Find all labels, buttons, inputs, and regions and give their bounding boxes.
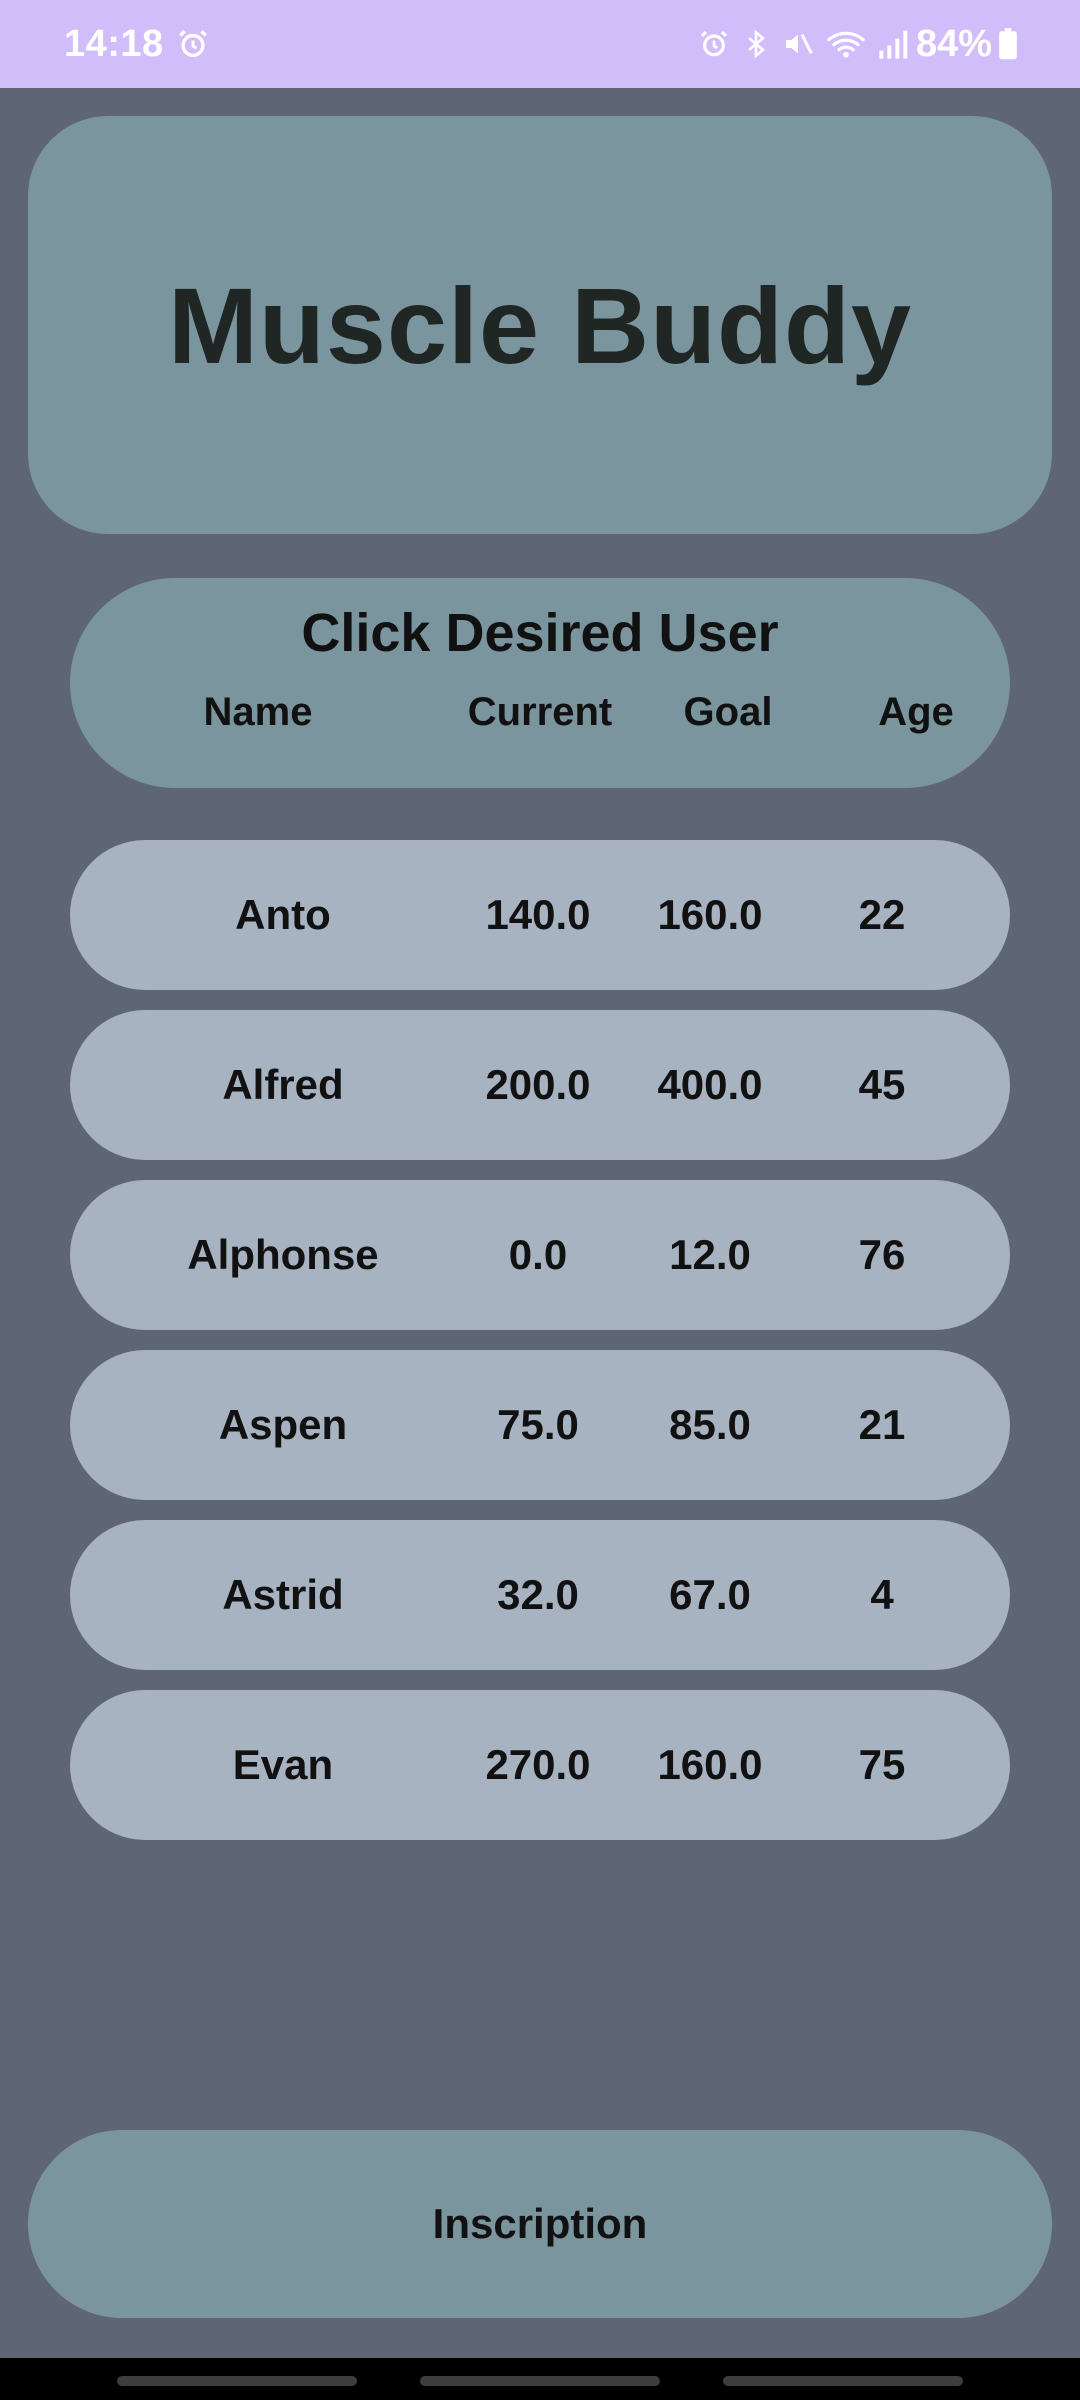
- user-age: 76: [858, 1231, 906, 1278]
- column-header-name: Name: [203, 690, 313, 734]
- select-user-prompt: Click Desired User: [301, 603, 779, 663]
- column-header-goal: Goal: [683, 690, 773, 734]
- inscription-button[interactable]: Inscription: [28, 2130, 1052, 2318]
- user-current: 140.0: [485, 891, 591, 938]
- user-name: Alfred: [222, 1061, 344, 1108]
- battery-percent: 84%: [915, 22, 992, 65]
- user-goal: 400.0: [657, 1061, 763, 1108]
- battery-icon: [998, 28, 1018, 60]
- user-goal: 85.0: [669, 1401, 751, 1448]
- status-bar: 14:18 84%: [0, 0, 1080, 88]
- user-age: 4: [870, 1571, 894, 1618]
- user-row[interactable]: Astrid 32.0 67.0 4: [70, 1520, 1010, 1670]
- user-current: 32.0: [497, 1571, 579, 1618]
- status-time: 14:18: [64, 22, 164, 65]
- user-age: 21: [858, 1401, 906, 1448]
- user-age: 22: [858, 891, 906, 938]
- nav-back-button[interactable]: [723, 2376, 963, 2386]
- mute-icon: [782, 28, 814, 60]
- status-right: 84%: [686, 23, 1018, 66]
- user-goal: 160.0: [657, 891, 763, 938]
- header-card: Muscle Buddy: [28, 116, 1052, 534]
- wifi-icon: [826, 28, 866, 60]
- user-row[interactable]: Evan 270.0 160.0 75: [70, 1690, 1010, 1840]
- user-name: Astrid: [222, 1571, 344, 1618]
- user-row[interactable]: Aspen 75.0 85.0 21: [70, 1350, 1010, 1500]
- signal-icon: [878, 29, 910, 59]
- user-age: 75: [858, 1741, 906, 1788]
- navigation-bar: [0, 2358, 1080, 2400]
- alarm-icon: [698, 28, 730, 60]
- user-current: 270.0: [485, 1741, 591, 1788]
- app-title: Muscle Buddy: [167, 264, 913, 386]
- column-header-card: Click Desired User Name Current Goal Age: [70, 578, 1010, 788]
- nav-home-button[interactable]: [420, 2376, 660, 2386]
- user-current: 75.0: [497, 1401, 579, 1448]
- user-name: Aspen: [218, 1401, 348, 1448]
- user-goal: 12.0: [669, 1231, 751, 1278]
- user-goal: 67.0: [669, 1571, 751, 1618]
- user-row[interactable]: Alfred 200.0 400.0 45: [70, 1010, 1010, 1160]
- alarm-icon: [176, 27, 210, 61]
- user-current: 200.0: [485, 1061, 591, 1108]
- bluetooth-icon: [742, 28, 770, 60]
- user-row[interactable]: Anto 140.0 160.0 22: [70, 840, 1010, 990]
- column-header-current: Current: [467, 690, 613, 734]
- status-left: 14:18: [64, 23, 210, 66]
- column-header-age: Age: [878, 690, 954, 734]
- user-goal: 160.0: [657, 1741, 763, 1788]
- user-age: 45: [858, 1061, 906, 1108]
- nav-recents-button[interactable]: [117, 2376, 357, 2386]
- user-name: Alphonse: [187, 1231, 379, 1278]
- user-name: Evan: [232, 1741, 334, 1788]
- user-name: Anto: [235, 891, 331, 938]
- user-row[interactable]: Alphonse 0.0 12.0 76: [70, 1180, 1010, 1330]
- user-current: 0.0: [508, 1231, 568, 1278]
